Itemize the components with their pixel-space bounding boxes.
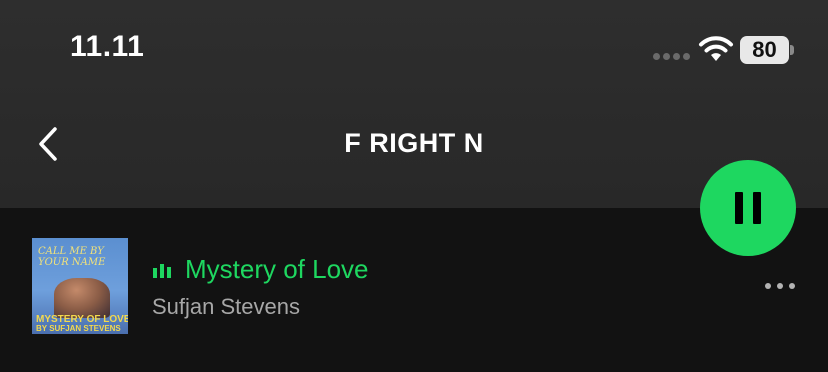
battery-indicator: 80 xyxy=(740,36,789,64)
header: 11.11 80 F RIGHT N xyxy=(0,0,828,208)
pause-button[interactable] xyxy=(700,160,796,256)
album-cover-line2: BY SUFJAN STEVENS xyxy=(36,324,121,333)
album-cover-title: CALL ME BY YOUR NAME xyxy=(38,246,106,268)
now-playing-equalizer-icon xyxy=(153,264,175,278)
track-title: Mystery of Love xyxy=(185,254,369,284)
track-row[interactable]: CALL ME BY YOUR NAME MYSTERY OF LOVE BY … xyxy=(0,226,828,344)
wifi-icon xyxy=(699,36,733,61)
album-cover-photo xyxy=(54,278,110,318)
cellular-signal-icon xyxy=(653,53,690,60)
page-title: F RIGHT N xyxy=(344,128,484,158)
pause-icon xyxy=(735,192,761,224)
track-artist: Sufjan Stevens xyxy=(152,294,300,319)
status-time: 11.11 xyxy=(70,30,145,63)
album-art: CALL ME BY YOUR NAME MYSTERY OF LOVE BY … xyxy=(32,238,128,334)
battery-tip xyxy=(790,45,794,55)
app-screen: 11.11 80 F RIGHT N CALL ME BY YOUR NAME … xyxy=(0,0,828,372)
more-options-button[interactable] xyxy=(756,274,804,298)
